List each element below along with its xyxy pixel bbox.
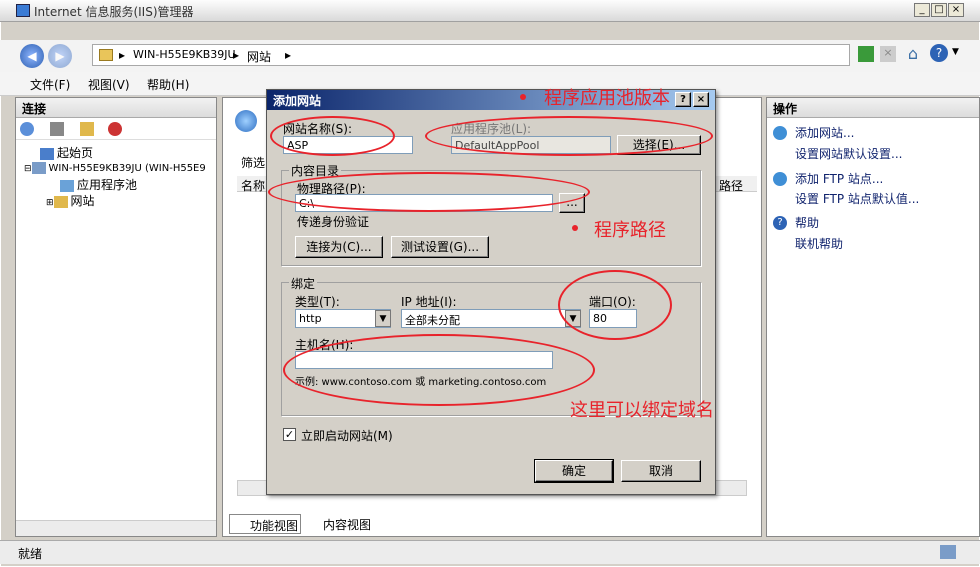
type-label: 类型(T):	[295, 293, 340, 310]
status-text: 就绪	[18, 547, 43, 561]
start-page-icon	[40, 147, 54, 160]
highlight-port	[558, 270, 672, 340]
chevron-down-icon[interactable]: ▼	[952, 47, 959, 57]
help-icon[interactable]: ?	[930, 44, 948, 62]
highlight-host-name	[283, 334, 595, 406]
column-name[interactable]: 名称	[241, 177, 265, 194]
connections-panel: 连接 起始页 ⊟ WIN-H55E9KB39JU (WIN-H55E9 应用程序池…	[15, 97, 217, 537]
tree-item-app-pools[interactable]: 应用程序池	[60, 176, 137, 193]
actions-header: 操作	[767, 98, 979, 118]
tree-item-server[interactable]: ⊟ WIN-H55E9KB39JU (WIN-H55E9	[24, 160, 206, 174]
highlight-app-pool	[425, 116, 713, 156]
dialog-title: 添加网站	[273, 94, 322, 108]
action-add-ftp-site[interactable]: 添加 FTP 站点...	[795, 170, 883, 187]
start-now-label: 立即启动网站(M)	[301, 427, 393, 444]
menu-help[interactable]: 帮助(H)	[147, 76, 189, 93]
stop-icon[interactable]: ×	[880, 46, 896, 62]
tree-item-start-page[interactable]: 起始页	[40, 144, 93, 161]
folder-icon	[99, 49, 113, 61]
address-bar[interactable]: ▸ WIN-H55E9KB39JU ▸ 网站 ▸	[92, 44, 850, 66]
app-icon	[16, 4, 30, 17]
chevron-down-icon[interactable]: ▼	[375, 310, 391, 327]
highlight-site-name	[270, 116, 395, 156]
annotation-bind-domain: 这里可以绑定域名	[570, 400, 714, 421]
forward-icon[interactable]: ▶	[48, 44, 72, 68]
test-settings-button[interactable]: 测试设置(G)...	[391, 236, 489, 258]
annotation-bullet	[520, 94, 526, 100]
column-path[interactable]: 路径	[719, 177, 743, 194]
action-site-defaults[interactable]: 设置网站默认设置...	[795, 145, 902, 162]
add-site-icon	[773, 126, 787, 140]
sites-folder-icon	[53, 195, 68, 208]
close-button[interactable]: ×	[948, 3, 964, 17]
help-icon: ?	[773, 216, 787, 230]
connections-toolbar	[16, 118, 216, 140]
menu-view[interactable]: 视图(V)	[88, 76, 130, 93]
tree-item-sites[interactable]: ⊞ 网站	[46, 192, 95, 209]
globe-icon	[235, 110, 257, 132]
filter-label: 筛选	[241, 156, 266, 170]
connect-as-button[interactable]: 连接为(C)...	[295, 236, 383, 258]
annotation-app-pool-version: 程序应用池版本	[544, 88, 670, 109]
status-bar: 就绪	[0, 540, 980, 564]
passthrough-auth-label: 传递身份验证	[297, 213, 370, 230]
refresh-icon[interactable]	[858, 46, 874, 62]
horizontal-scrollbar[interactable]	[16, 520, 216, 536]
save-icon[interactable]	[50, 122, 64, 136]
tab-feature-view[interactable]: 功能视图	[229, 514, 301, 534]
action-online-help[interactable]: 联机帮助	[795, 235, 843, 252]
title-bar: Internet 信息服务(IIS)管理器 _ □ ×	[0, 0, 980, 22]
ip-address-label: IP 地址(I):	[401, 293, 457, 310]
maximize-button[interactable]: □	[931, 3, 947, 17]
tab-content-view[interactable]: 内容视图	[307, 514, 389, 534]
ip-address-select[interactable]: 全部未分配	[401, 309, 581, 328]
annotation-bullet	[572, 225, 578, 231]
up-icon[interactable]	[80, 122, 94, 136]
window-title: Internet 信息服务(IIS)管理器	[34, 5, 194, 19]
binding-label: 绑定	[289, 275, 318, 292]
action-add-site[interactable]: 添加网站...	[795, 124, 854, 141]
connections-header: 连接	[16, 98, 216, 118]
breadcrumb-sites[interactable]: 网站	[247, 48, 271, 65]
disconnect-icon[interactable]	[108, 122, 122, 136]
ok-button[interactable]: 确定	[534, 459, 614, 483]
breadcrumb-server[interactable]: WIN-H55E9KB39JU	[133, 48, 236, 61]
cancel-button[interactable]: 取消	[621, 460, 701, 482]
back-icon[interactable]: ◀	[20, 44, 44, 68]
menu-file[interactable]: 文件(F)	[30, 76, 70, 93]
expand-icon[interactable]: ⊞	[46, 198, 54, 208]
dialog-help-button[interactable]: ?	[675, 92, 691, 107]
dialog-close-button[interactable]: ×	[693, 92, 709, 107]
action-help[interactable]: 帮助	[795, 214, 819, 231]
network-icon	[940, 545, 956, 559]
annotation-program-path: 程序路径	[594, 220, 666, 241]
collapse-icon[interactable]: ⊟	[24, 164, 32, 174]
highlight-physical-path	[268, 172, 590, 212]
start-now-checkbox[interactable]: ✓	[283, 428, 296, 441]
minimize-button[interactable]: _	[914, 3, 930, 17]
actions-panel: 操作 添加网站... 设置网站默认设置... 添加 FTP 站点... 设置 F…	[766, 97, 980, 537]
action-ftp-defaults[interactable]: 设置 FTP 站点默认值...	[795, 190, 919, 207]
server-icon	[31, 161, 46, 174]
connect-icon[interactable]	[20, 122, 34, 136]
add-ftp-icon	[773, 172, 787, 186]
home-icon[interactable]: ⌂	[904, 44, 922, 63]
app-pool-icon	[60, 179, 74, 192]
